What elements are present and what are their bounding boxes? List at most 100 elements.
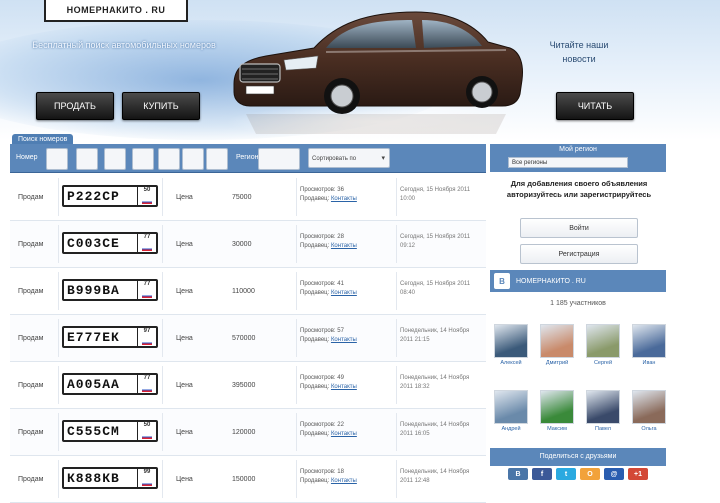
seller-contacts-link[interactable]: Контакты xyxy=(331,290,357,296)
avatar-name[interactable]: Иван xyxy=(629,360,669,366)
views-count: Просмотров: 28 xyxy=(300,234,344,240)
column-divider xyxy=(58,319,59,357)
avatar[interactable] xyxy=(586,390,620,424)
avatar-name[interactable]: Дмитрий xyxy=(537,360,577,366)
plate-region: 50 xyxy=(137,422,156,440)
avatar[interactable] xyxy=(540,324,574,358)
table-row[interactable]: Продам В999ВА 77 Цена 110000 Просмотров: 41 Пр… xyxy=(10,268,486,315)
column-divider xyxy=(162,319,163,357)
price-label: Цена xyxy=(176,334,193,342)
avatar-name[interactable]: Ольга xyxy=(629,426,669,432)
russia-flag-icon xyxy=(142,200,152,204)
column-divider xyxy=(58,178,59,216)
my-region-select[interactable]: Все регионы xyxy=(508,157,628,168)
avatar-name[interactable]: Андрей xyxy=(491,426,531,432)
seller-info: Просмотров: 57 Продавец: Контакты xyxy=(300,327,395,345)
listings-table: Продам Р222СР 50 Цена 75000 Просмотров: 36 Про… xyxy=(10,174,486,503)
column-divider xyxy=(396,319,397,357)
plate-number: Р222СР xyxy=(67,188,120,204)
price-value: 570000 xyxy=(232,334,256,342)
seller-contacts-link[interactable]: Контакты xyxy=(331,337,357,343)
avatar-name[interactable]: Павел xyxy=(583,426,623,432)
seller-contacts-link[interactable]: Контакты xyxy=(331,243,357,249)
seller-info: Просмотров: 41 Продавец: Контакты xyxy=(300,280,395,298)
twitter-share-icon[interactable]: t xyxy=(556,468,576,480)
seller-prefix: Продавец: xyxy=(300,337,330,343)
license-plate[interactable]: К888КВ 99 xyxy=(62,467,158,489)
table-row[interactable]: Продам Е777ЕК 97 Цена 570000 Просмотров: 57 Пр… xyxy=(10,315,486,362)
column-divider xyxy=(58,460,59,498)
vk-share-icon[interactable]: В xyxy=(508,468,528,480)
vk-widget-header[interactable]: В НОМЕРНАКИТО . RU xyxy=(490,270,666,292)
google-plus-share-icon[interactable]: +1 xyxy=(628,468,648,480)
seller-info: Просмотров: 28 Продавец: Контакты xyxy=(300,233,395,251)
region-panel-title: Мой регион xyxy=(559,146,597,153)
seller-contacts-link[interactable]: Контакты xyxy=(331,196,357,202)
seller-contacts-link[interactable]: Контакты xyxy=(331,384,357,390)
avatar[interactable] xyxy=(540,390,574,424)
sell-button[interactable]: ПРОДАТЬ xyxy=(36,92,114,120)
table-row[interactable]: Продам С003СЕ 77 Цена 30000 Просмотров: 28 Про… xyxy=(10,221,486,268)
price-value: 30000 xyxy=(232,240,252,248)
avatar[interactable] xyxy=(632,390,666,424)
mailru-share-icon[interactable]: @ xyxy=(604,468,624,480)
seller-info: Просмотров: 18 Продавец: Контакты xyxy=(300,468,395,486)
table-row[interactable]: Продам С555СМ 50 Цена 120000 Просмотров: 22 Пр… xyxy=(10,409,486,456)
price-label: Цена xyxy=(176,475,193,483)
avatar[interactable] xyxy=(586,324,620,358)
listing-type: Продам xyxy=(18,475,44,483)
views-count: Просмотров: 36 xyxy=(300,187,344,193)
license-plate[interactable]: С555СМ 50 xyxy=(62,420,158,442)
odnoklassniki-share-icon[interactable]: О xyxy=(580,468,600,480)
plate-char-input-2[interactable] xyxy=(76,148,98,170)
avatar[interactable] xyxy=(632,324,666,358)
register-button[interactable]: Регистрация xyxy=(520,244,638,264)
plate-char-input-3[interactable] xyxy=(104,148,126,170)
avatar-name[interactable]: Сергей xyxy=(583,360,623,366)
site-logo[interactable]: НОМЕРНАКИТО . RU xyxy=(44,0,188,22)
avatar-name[interactable]: Максим xyxy=(537,426,577,432)
region-input[interactable] xyxy=(258,148,300,170)
license-plate[interactable]: В999ВА 77 xyxy=(62,279,158,301)
plate-char-input-4[interactable] xyxy=(132,148,154,170)
plate-number: Е777ЕК xyxy=(67,329,120,345)
plate-char-input-7[interactable] xyxy=(206,148,228,170)
buy-button[interactable]: КУПИТЬ xyxy=(122,92,200,120)
read-news-button[interactable]: ЧИТАТЬ xyxy=(556,92,634,120)
share-title: Поделиться с друзьями xyxy=(490,448,666,466)
sort-select[interactable]: Сортировать по ▾ xyxy=(308,148,390,168)
russia-flag-icon xyxy=(142,388,152,392)
plate-char-input-1[interactable] xyxy=(46,148,68,170)
plate-region: 77 xyxy=(137,234,156,252)
avatar[interactable] xyxy=(494,390,528,424)
site-tagline: Бесплатный поиск автомобильных номеров xyxy=(32,40,216,50)
license-plate[interactable]: Е777ЕК 97 xyxy=(62,326,158,348)
plate-region-code: 97 xyxy=(143,328,151,334)
column-divider xyxy=(162,178,163,216)
table-row[interactable]: Продам А005АА 77 Цена 395000 Просмотров: 49 Пр… xyxy=(10,362,486,409)
license-plate[interactable]: А005АА 77 xyxy=(62,373,158,395)
seller-prefix: Продавец: xyxy=(300,196,330,202)
license-plate[interactable]: Р222СР 50 xyxy=(62,185,158,207)
seller-prefix: Продавец: xyxy=(300,384,330,390)
plate-region-code: 77 xyxy=(143,375,151,381)
plate-char-input-5[interactable] xyxy=(158,148,180,170)
search-filter-bar: Номер Регион Сортировать по ▾ xyxy=(10,144,486,173)
views-count: Просмотров: 41 xyxy=(300,281,344,287)
avatar[interactable] xyxy=(494,324,528,358)
facebook-share-icon[interactable]: f xyxy=(532,468,552,480)
login-button[interactable]: Войти xyxy=(520,218,638,238)
table-row[interactable]: Продам Р222СР 50 Цена 75000 Просмотров: 36 Про… xyxy=(10,174,486,221)
price-label: Цена xyxy=(176,193,193,201)
sort-select-value: Сортировать по xyxy=(312,156,357,162)
seller-contacts-link[interactable]: Контакты xyxy=(331,431,357,437)
avatar-name[interactable]: Алексей xyxy=(491,360,531,366)
plate-char-input-6[interactable] xyxy=(182,148,204,170)
seller-contacts-link[interactable]: Контакты xyxy=(331,478,357,484)
seller-info: Просмотров: 49 Продавец: Контакты xyxy=(300,374,395,392)
column-divider xyxy=(296,460,297,498)
license-plate[interactable]: С003СЕ 77 xyxy=(62,232,158,254)
column-divider xyxy=(396,460,397,498)
column-divider xyxy=(396,413,397,451)
plate-region-code: 99 xyxy=(143,469,151,475)
